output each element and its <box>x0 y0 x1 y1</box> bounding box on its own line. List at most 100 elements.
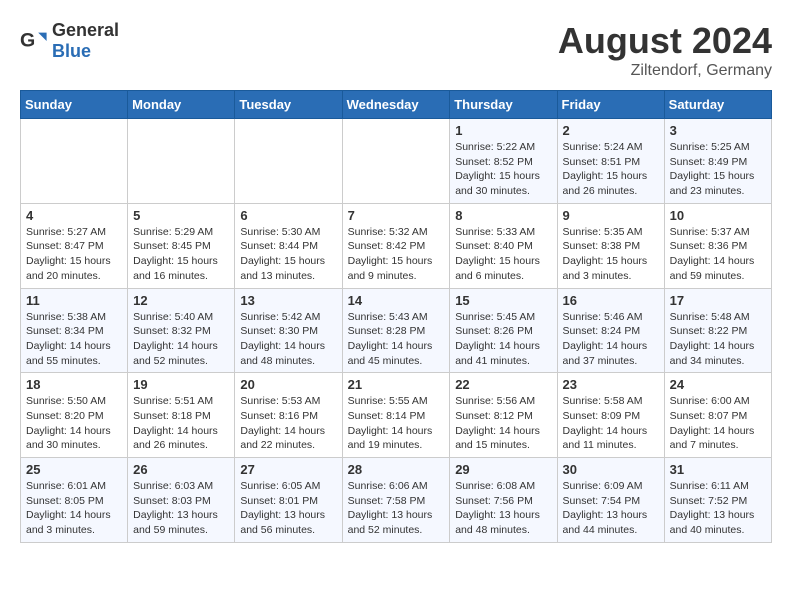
day-number: 21 <box>348 377 445 392</box>
day-info: Sunrise: 5:42 AMSunset: 8:30 PMDaylight:… <box>240 310 336 369</box>
day-info: Sunrise: 5:24 AMSunset: 8:51 PMDaylight:… <box>563 140 659 199</box>
calendar-cell: 5 Sunrise: 5:29 AMSunset: 8:45 PMDaylight… <box>128 203 235 288</box>
day-number: 28 <box>348 462 445 477</box>
day-info: Sunrise: 5:46 AMSunset: 8:24 PMDaylight:… <box>563 310 659 369</box>
day-info: Sunrise: 5:40 AMSunset: 8:32 PMDaylight:… <box>133 310 229 369</box>
calendar-cell: 20 Sunrise: 5:53 AMSunset: 8:16 PMDayligh… <box>235 373 342 458</box>
weekday-header-thursday: Thursday <box>450 91 557 119</box>
calendar-week-row: 18 Sunrise: 5:50 AMSunset: 8:20 PMDayligh… <box>21 373 772 458</box>
calendar-cell: 21Sunrise: 5:55 AMSunset: 8:14 PMDayligh… <box>342 373 450 458</box>
calendar-cell: 9Sunrise: 5:35 AMSunset: 8:38 PMDaylight… <box>557 203 664 288</box>
day-number: 14 <box>348 293 445 308</box>
page-header: G General Blue August 2024 Ziltendorf, G… <box>20 20 772 80</box>
day-number: 12 <box>133 293 229 308</box>
calendar-cell: 10Sunrise: 5:37 AMSunset: 8:36 PMDayligh… <box>664 203 771 288</box>
day-info: Sunrise: 6:09 AMSunset: 7:54 PMDaylight:… <box>563 479 659 538</box>
calendar-cell: 15 Sunrise: 5:45 AMSunset: 8:26 PMDayligh… <box>450 288 557 373</box>
day-info: Sunrise: 5:25 AMSunset: 8:49 PMDaylight:… <box>670 140 766 199</box>
calendar-cell: 3 Sunrise: 5:25 AMSunset: 8:49 PMDaylight… <box>664 119 771 204</box>
day-info: Sunrise: 5:45 AMSunset: 8:26 PMDaylight:… <box>455 310 551 369</box>
calendar-cell <box>235 119 342 204</box>
calendar-header: SundayMondayTuesdayWednesdayThursdayFrid… <box>21 91 772 119</box>
calendar-body: 1Sunrise: 5:22 AMSunset: 8:52 PMDaylight… <box>21 119 772 543</box>
day-number: 4 <box>26 208 122 223</box>
svg-text:G: G <box>20 30 35 52</box>
day-number: 11 <box>26 293 122 308</box>
day-info: Sunrise: 5:58 AMSunset: 8:09 PMDaylight:… <box>563 394 659 453</box>
general-blue-logo-icon: G <box>20 27 48 55</box>
day-number: 18 <box>26 377 122 392</box>
calendar-cell: 24Sunrise: 6:00 AMSunset: 8:07 PMDayligh… <box>664 373 771 458</box>
calendar-cell: 31 Sunrise: 6:11 AMSunset: 7:52 PMDayligh… <box>664 458 771 543</box>
day-info: Sunrise: 5:56 AMSunset: 8:12 PMDaylight:… <box>455 394 551 453</box>
day-number: 22 <box>455 377 551 392</box>
day-info: Sunrise: 5:38 AMSunset: 8:34 PMDaylight:… <box>26 310 122 369</box>
day-number: 8 <box>455 208 551 223</box>
calendar-cell: 19Sunrise: 5:51 AMSunset: 8:18 PMDayligh… <box>128 373 235 458</box>
location-subtitle: Ziltendorf, Germany <box>558 62 772 80</box>
day-number: 15 <box>455 293 551 308</box>
day-info: Sunrise: 6:01 AMSunset: 8:05 PMDaylight:… <box>26 479 122 538</box>
day-number: 23 <box>563 377 659 392</box>
day-number: 25 <box>26 462 122 477</box>
day-info: Sunrise: 5:43 AMSunset: 8:28 PMDaylight:… <box>348 310 445 369</box>
calendar-week-row: 11 Sunrise: 5:38 AMSunset: 8:34 PMDayligh… <box>21 288 772 373</box>
day-number: 5 <box>133 208 229 223</box>
calendar-cell: 11 Sunrise: 5:38 AMSunset: 8:34 PMDayligh… <box>21 288 128 373</box>
calendar-cell: 12 Sunrise: 5:40 AMSunset: 8:32 PMDayligh… <box>128 288 235 373</box>
logo-general-text: General <box>52 20 119 40</box>
calendar-cell: 8Sunrise: 5:33 AMSunset: 8:40 PMDaylight… <box>450 203 557 288</box>
day-number: 31 <box>670 462 766 477</box>
day-info: Sunrise: 5:27 AMSunset: 8:47 PMDaylight:… <box>26 225 122 284</box>
calendar-cell: 22 Sunrise: 5:56 AMSunset: 8:12 PMDayligh… <box>450 373 557 458</box>
day-info: Sunrise: 5:48 AMSunset: 8:22 PMDaylight:… <box>670 310 766 369</box>
calendar-cell: 6Sunrise: 5:30 AMSunset: 8:44 PMDaylight… <box>235 203 342 288</box>
calendar-cell: 2Sunrise: 5:24 AMSunset: 8:51 PMDaylight… <box>557 119 664 204</box>
day-number: 7 <box>348 208 445 223</box>
day-number: 24 <box>670 377 766 392</box>
calendar-cell: 7Sunrise: 5:32 AMSunset: 8:42 PMDaylight… <box>342 203 450 288</box>
logo-blue-text: Blue <box>52 41 91 61</box>
calendar-week-row: 1Sunrise: 5:22 AMSunset: 8:52 PMDaylight… <box>21 119 772 204</box>
calendar-cell: 28 Sunrise: 6:06 AMSunset: 7:58 PMDayligh… <box>342 458 450 543</box>
day-info: Sunrise: 6:05 AMSunset: 8:01 PMDaylight:… <box>240 479 336 538</box>
day-number: 19 <box>133 377 229 392</box>
day-number: 30 <box>563 462 659 477</box>
calendar-cell: 1Sunrise: 5:22 AMSunset: 8:52 PMDaylight… <box>450 119 557 204</box>
day-info: Sunrise: 5:35 AMSunset: 8:38 PMDaylight:… <box>563 225 659 284</box>
calendar-cell <box>342 119 450 204</box>
calendar-cell: 18 Sunrise: 5:50 AMSunset: 8:20 PMDayligh… <box>21 373 128 458</box>
calendar-week-row: 4 Sunrise: 5:27 AMSunset: 8:47 PMDaylight… <box>21 203 772 288</box>
day-number: 29 <box>455 462 551 477</box>
day-number: 3 <box>670 123 766 138</box>
day-number: 26 <box>133 462 229 477</box>
day-info: Sunrise: 5:37 AMSunset: 8:36 PMDaylight:… <box>670 225 766 284</box>
weekday-header-tuesday: Tuesday <box>235 91 342 119</box>
day-info: Sunrise: 5:50 AMSunset: 8:20 PMDaylight:… <box>26 394 122 453</box>
day-info: Sunrise: 6:08 AMSunset: 7:56 PMDaylight:… <box>455 479 551 538</box>
day-info: Sunrise: 5:53 AMSunset: 8:16 PMDaylight:… <box>240 394 336 453</box>
calendar-table: SundayMondayTuesdayWednesdayThursdayFrid… <box>20 90 772 543</box>
weekday-header-friday: Friday <box>557 91 664 119</box>
day-number: 20 <box>240 377 336 392</box>
calendar-week-row: 25 Sunrise: 6:01 AMSunset: 8:05 PMDayligh… <box>21 458 772 543</box>
calendar-cell <box>21 119 128 204</box>
day-info: Sunrise: 5:29 AMSunset: 8:45 PMDaylight:… <box>133 225 229 284</box>
calendar-cell: 13Sunrise: 5:42 AMSunset: 8:30 PMDayligh… <box>235 288 342 373</box>
calendar-cell: 29 Sunrise: 6:08 AMSunset: 7:56 PMDayligh… <box>450 458 557 543</box>
day-info: Sunrise: 6:06 AMSunset: 7:58 PMDaylight:… <box>348 479 445 538</box>
calendar-cell: 4 Sunrise: 5:27 AMSunset: 8:47 PMDaylight… <box>21 203 128 288</box>
weekday-header-monday: Monday <box>128 91 235 119</box>
calendar-cell: 27Sunrise: 6:05 AMSunset: 8:01 PMDayligh… <box>235 458 342 543</box>
calendar-cell: 26Sunrise: 6:03 AMSunset: 8:03 PMDayligh… <box>128 458 235 543</box>
day-info: Sunrise: 5:30 AMSunset: 8:44 PMDaylight:… <box>240 225 336 284</box>
logo: G General Blue <box>20 20 119 62</box>
calendar-cell: 30 Sunrise: 6:09 AMSunset: 7:54 PMDayligh… <box>557 458 664 543</box>
weekday-header-sunday: Sunday <box>21 91 128 119</box>
calendar-cell: 23 Sunrise: 5:58 AMSunset: 8:09 PMDayligh… <box>557 373 664 458</box>
calendar-cell <box>128 119 235 204</box>
day-info: Sunrise: 5:22 AMSunset: 8:52 PMDaylight:… <box>455 140 551 199</box>
weekday-header-saturday: Saturday <box>664 91 771 119</box>
calendar-cell: 25 Sunrise: 6:01 AMSunset: 8:05 PMDayligh… <box>21 458 128 543</box>
day-info: Sunrise: 6:11 AMSunset: 7:52 PMDaylight:… <box>670 479 766 538</box>
